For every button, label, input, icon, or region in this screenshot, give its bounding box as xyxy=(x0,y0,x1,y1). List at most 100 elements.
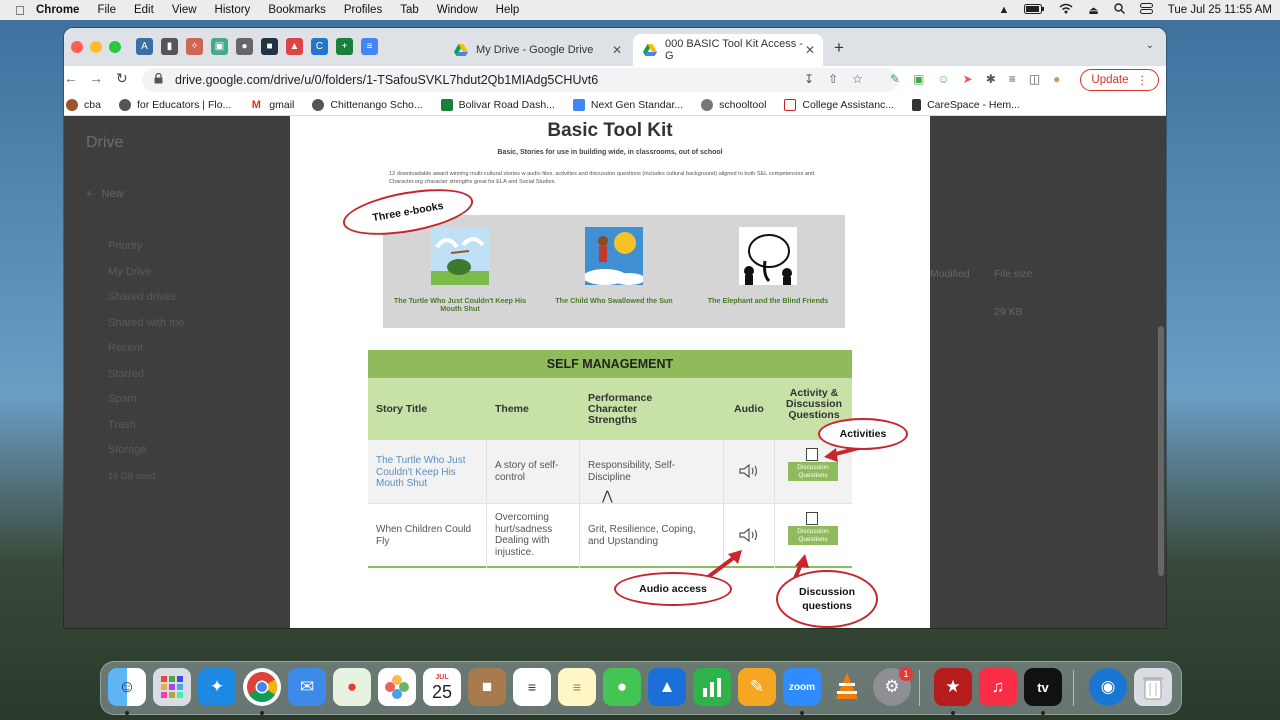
tab-basic-tool-kit[interactable]: 000 BASIC Tool Kit Access - G ✕ xyxy=(633,34,823,66)
bookmark-item[interactable]: schooltool xyxy=(701,98,767,111)
reminders-list-icon[interactable]: ≡ xyxy=(513,668,551,706)
back-button[interactable]: ← xyxy=(64,70,78,86)
menu-view[interactable]: View xyxy=(172,4,197,16)
tv-label: tv xyxy=(1037,679,1049,695)
control-center-icon[interactable] xyxy=(1139,3,1153,17)
user-icon[interactable]: ▲ xyxy=(999,4,1010,16)
address-bar[interactable]: drive.google.com/drive/u/0/folders/1-TSa… xyxy=(142,68,898,92)
tab-search-chevron-icon[interactable]: ⌄ xyxy=(1146,40,1154,51)
menu-edit[interactable]: Edit xyxy=(134,4,154,16)
extension-icon[interactable]: ▣ xyxy=(913,72,924,86)
google-drive-icon xyxy=(454,44,468,56)
keynote-podium-icon[interactable]: ▲ xyxy=(648,668,686,706)
maps-icon[interactable]: ● xyxy=(333,668,371,706)
forward-button[interactable]: → xyxy=(89,70,103,86)
share-icon[interactable]: ⇧ xyxy=(828,72,838,86)
apple-tv-icon[interactable]: tv xyxy=(1024,668,1062,706)
annotation-discussion-questions: Discussion questions xyxy=(776,570,878,628)
download-icon[interactable]: ↧ xyxy=(804,72,814,86)
menu-profiles[interactable]: Profiles xyxy=(344,4,382,16)
numbers-chart-icon[interactable] xyxy=(693,668,731,706)
zoom-window-button[interactable] xyxy=(109,41,121,53)
menu-window[interactable]: Window xyxy=(437,4,478,16)
bookmark-item[interactable]: CareSpace - Hem... xyxy=(912,98,1020,111)
extensions-puzzle-icon[interactable]: ✱ xyxy=(986,72,996,86)
profile-avatar-icon[interactable]: ● xyxy=(1053,72,1060,86)
reading-list-icon[interactable]: ≡ xyxy=(1009,72,1016,86)
calendar-icon[interactable]: JUL 25 xyxy=(423,668,461,706)
pinned-tab-icon[interactable]: ■ xyxy=(261,38,278,55)
bookmark-item[interactable]: Bolivar Road Dash... xyxy=(440,98,555,111)
drive-page-overlay: Drive + New Priority My Drive Shared dri… xyxy=(64,116,1166,628)
globe-icon[interactable]: ◉ xyxy=(1089,668,1127,706)
update-button[interactable]: Update ⋮ xyxy=(1080,69,1159,91)
bookmark-item[interactable]: Chittenango Scho... xyxy=(312,98,423,111)
notes-icon[interactable]: ≡ xyxy=(558,668,596,706)
menu-bookmarks[interactable]: Bookmarks xyxy=(268,4,326,16)
zoom-icon[interactable]: zoom xyxy=(783,668,821,706)
pinned-tab-icon[interactable]: ≡ xyxy=(361,38,378,55)
bookmark-item[interactable]: College Assistanc... xyxy=(784,98,894,111)
battery-icon[interactable] xyxy=(1024,3,1045,17)
chrome-icon[interactable] xyxy=(243,668,281,706)
bookmark-item[interactable]: cba xyxy=(66,98,101,111)
pinned-tab-icon[interactable]: A xyxy=(136,38,153,55)
vlc-cone-icon[interactable] xyxy=(828,668,866,706)
menu-history[interactable]: History xyxy=(215,4,251,16)
pages-pen-icon[interactable]: ✎ xyxy=(738,668,776,706)
bookmark-item[interactable]: Next Gen Standar... xyxy=(572,98,683,111)
extension-icon[interactable]: ☺ xyxy=(937,72,949,86)
menu-tab[interactable]: Tab xyxy=(400,4,419,16)
running-indicator xyxy=(1041,711,1045,715)
sheets-icon xyxy=(440,98,453,111)
pinned-tab-icon[interactable]: ▣ xyxy=(211,38,228,55)
pinned-tab-icon[interactable]: + xyxy=(336,38,353,55)
mail-envelope-icon[interactable]: ✉ xyxy=(288,668,326,706)
bookmark-item[interactable]: for Educators | Flo... xyxy=(118,98,231,111)
contacts-book-icon[interactable]: ■ xyxy=(468,668,506,706)
menu-help[interactable]: Help xyxy=(496,4,520,16)
messages-bubble-icon[interactable]: ● xyxy=(603,668,641,706)
gmail-icon: M xyxy=(251,98,261,111)
pinned-tab-icon[interactable]: ✧ xyxy=(186,38,203,55)
acrobat-icon[interactable]: ★ xyxy=(934,668,972,706)
tab-title: 000 BASIC Tool Kit Access - G xyxy=(665,38,803,62)
close-tab-icon[interactable]: ✕ xyxy=(612,43,622,57)
bookmark-item[interactable]: Mgmail xyxy=(249,98,295,111)
wifi-icon[interactable] xyxy=(1059,3,1073,17)
side-panel-icon[interactable]: ◫ xyxy=(1029,72,1040,86)
music-note-icon[interactable]: ♫ xyxy=(979,668,1017,706)
bookmark-label: schooltool xyxy=(719,98,767,111)
menu-file[interactable]: File xyxy=(97,4,116,16)
extension-icon[interactable]: ➤ xyxy=(963,72,973,86)
close-window-button[interactable] xyxy=(71,41,83,53)
clock[interactable]: Tue Jul 25 11:55 AM xyxy=(1168,4,1272,16)
lock-icon[interactable] xyxy=(154,72,163,87)
extension-icon[interactable]: ✎ xyxy=(890,72,900,86)
column-modified: Modified xyxy=(930,268,970,280)
pinned-tab-icon[interactable]: C xyxy=(311,38,328,55)
close-tab-icon[interactable]: ✕ xyxy=(805,43,815,57)
pinned-tab-icon[interactable]: ▮ xyxy=(161,38,178,55)
bookmark-star-icon[interactable]: ☆ xyxy=(852,72,863,86)
running-indicator xyxy=(951,711,955,715)
reload-button[interactable]: ↻ xyxy=(116,70,128,87)
eject-icon[interactable]: ⏏ xyxy=(1088,4,1098,17)
trash-icon[interactable] xyxy=(1134,668,1172,706)
drive-sidebar-item: Starred xyxy=(108,367,145,380)
minimize-window-button[interactable] xyxy=(90,41,102,53)
menu-app-name[interactable]: Chrome xyxy=(36,4,79,16)
finder-icon[interactable]: ☺ xyxy=(108,668,146,706)
launchpad-icon[interactable] xyxy=(153,668,191,706)
new-tab-button[interactable]: + xyxy=(834,38,844,58)
apple-icon[interactable]:  xyxy=(0,3,36,18)
pinned-tab-icon[interactable]: ▲ xyxy=(286,38,303,55)
safari-compass-icon[interactable]: ✦ xyxy=(198,668,236,706)
tab-my-drive[interactable]: My Drive - Google Drive ✕ xyxy=(444,34,630,66)
photos-flower-icon[interactable] xyxy=(378,668,416,706)
page-scrollbar[interactable] xyxy=(1158,326,1164,576)
running-indicator xyxy=(260,711,264,715)
spotlight-search-icon[interactable] xyxy=(1114,3,1125,17)
google-drive-icon xyxy=(643,44,657,56)
pinned-tab-icon[interactable]: ● xyxy=(236,38,253,55)
